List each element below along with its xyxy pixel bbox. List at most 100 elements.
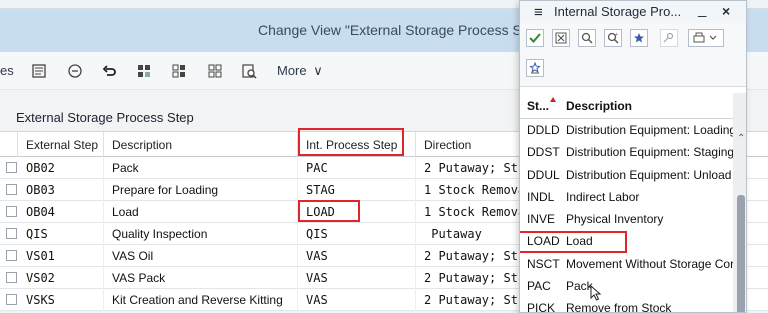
popup-item-description: Distribution Equipment: Staging — [566, 145, 735, 160]
cell-description[interactable]: Prepare for Loading — [104, 179, 298, 201]
row-select-checkbox[interactable] — [6, 206, 17, 217]
row-select-checkbox[interactable] — [6, 250, 17, 261]
select-all-icon[interactable] — [135, 62, 153, 80]
popup-item-code: DDST — [527, 145, 560, 160]
menu-icon[interactable]: ≡ — [534, 4, 543, 21]
cell-direction[interactable]: Putaway — [416, 223, 526, 245]
cell-int-process-step[interactable]: STAG — [298, 179, 416, 201]
cell-direction[interactable]: 2 Putaway; St — [416, 157, 526, 179]
cell-external-step[interactable]: OB03 — [18, 179, 104, 201]
cell-external-step[interactable]: OB02 — [18, 157, 104, 179]
popup-scrollbar[interactable]: ⌃ — [733, 93, 746, 312]
col-external-step[interactable]: External Step — [18, 132, 104, 158]
window-title: Change View "External Storage Process St… — [258, 22, 542, 38]
popup-item-description: Distribution Equipment: Loading — [566, 123, 737, 137]
cell-description[interactable]: VAS Pack — [104, 267, 298, 289]
popup-list-item[interactable]: DDUL Distribution Equipment: Unload — [520, 164, 733, 186]
personalize-icon[interactable] — [526, 59, 544, 77]
popup-list-item[interactable]: DDLD Distribution Equipment: Loading — [520, 119, 737, 141]
internal-storage-process-popup: ≡ Internal Storage Pro... _ × + St... De… — [519, 0, 747, 313]
popup-item-code: PICK — [527, 301, 556, 313]
more-label: More — [277, 63, 307, 78]
cell-external-step[interactable]: QIS — [18, 223, 104, 245]
highlight-int-process-step-header — [298, 128, 404, 156]
select-column-header[interactable] — [0, 132, 18, 158]
cell-description[interactable]: Load — [104, 201, 298, 223]
popup-list-header: St... Description — [520, 93, 733, 119]
cell-direction[interactable]: 2 Putaway; St — [416, 267, 526, 289]
row-select-checkbox[interactable] — [6, 162, 17, 173]
popup-item-code: DDUL — [527, 167, 560, 182]
highlight-popup-load — [520, 231, 627, 253]
cell-int-process-step[interactable]: PAC — [298, 157, 416, 179]
popup-list-item[interactable]: NSCT Movement Without Storage Cor — [520, 253, 735, 275]
cell-int-process-step[interactable]: QIS — [298, 223, 416, 245]
deselect-all-icon[interactable] — [206, 62, 224, 80]
popup-list-item[interactable]: DDST Distribution Equipment: Staging — [520, 141, 735, 163]
popup-list-item[interactable]: INDL Indirect Labor — [520, 186, 733, 208]
row-select-checkbox[interactable] — [6, 294, 17, 305]
popup-title-bar: ≡ Internal Storage Pro... _ × — [520, 1, 746, 23]
confirm-icon[interactable] — [526, 29, 544, 47]
row-select-checkbox[interactable] — [6, 272, 17, 283]
cell-description[interactable]: Kit Creation and Reverse Kitting — [104, 289, 298, 311]
popup-item-code: PAC — [527, 279, 551, 294]
cell-direction[interactable]: 2 Putaway; St — [416, 245, 526, 267]
cell-direction[interactable]: 1 Stock Remova — [416, 179, 526, 201]
cell-external-step[interactable]: OB04 — [18, 201, 104, 223]
sap-screen: Change View "External Storage Process St… — [0, 0, 768, 313]
cell-int-process-step[interactable]: VAS — [298, 267, 416, 289]
section-title: External Storage Process Step — [16, 110, 194, 125]
popup-col-code[interactable]: St... — [527, 93, 549, 119]
popup-item-code: DDLD — [527, 123, 560, 137]
svg-text:+: + — [615, 32, 618, 38]
search-next-icon[interactable]: + — [604, 29, 622, 47]
row-select-checkbox[interactable] — [6, 184, 17, 195]
search-icon[interactable] — [578, 29, 596, 47]
popup-list-item[interactable]: PICK Remove from Stock — [520, 297, 733, 313]
cell-direction[interactable]: 2 Putaway; St — [416, 289, 526, 311]
key-icon[interactable] — [660, 29, 678, 47]
scrollbar-thumb[interactable] — [737, 195, 745, 312]
cell-description[interactable]: Quality Inspection — [104, 223, 298, 245]
cell-external-step[interactable]: VS01 — [18, 245, 104, 267]
row-select-checkbox[interactable] — [6, 228, 17, 239]
popup-list-item[interactable]: PAC Pack — [520, 275, 733, 297]
cell-direction[interactable]: 1 Stock Remova — [416, 201, 526, 223]
sort-ascending-icon — [550, 97, 556, 102]
col-description[interactable]: Description — [104, 132, 298, 158]
popup-item-description: Physical Inventory — [566, 212, 664, 227]
cell-int-process-step[interactable]: VAS — [298, 245, 416, 267]
mouse-cursor-icon — [590, 285, 602, 301]
popup-item-code: INVE — [527, 212, 556, 227]
cell-external-step[interactable]: VS02 — [18, 267, 104, 289]
popup-item-description: Indirect Labor — [566, 189, 640, 204]
close-icon[interactable]: × — [722, 3, 730, 19]
select-block-icon[interactable] — [170, 62, 188, 80]
popup-item-description: Pack — [566, 279, 593, 294]
cell-int-process-step[interactable]: VAS — [298, 289, 416, 311]
cell-description[interactable]: VAS Oil — [104, 245, 298, 267]
chevron-down-icon: ∨ — [313, 63, 323, 78]
remove-icon[interactable] — [66, 62, 84, 80]
minimize-icon[interactable]: _ — [698, 1, 706, 18]
col-direction[interactable]: Direction — [416, 132, 526, 158]
popup-item-description: Distribution Equipment: Unload — [566, 167, 732, 182]
popup-col-description[interactable]: Description — [566, 93, 632, 119]
undo-icon[interactable] — [101, 62, 119, 80]
details-icon[interactable] — [30, 62, 48, 80]
popup-item-description: Movement Without Storage Cor — [566, 256, 735, 271]
highlight-load-cell — [298, 200, 360, 222]
popup-list: DDLD Distribution Equipment: Loading DDST D… — [520, 119, 737, 313]
favorites-icon[interactable] — [630, 29, 648, 47]
cell-external-step[interactable]: VSKS — [18, 289, 104, 311]
popup-toolbar: + — [520, 23, 746, 87]
find-icon[interactable] — [240, 62, 258, 80]
more-menu-button[interactable]: More ∨ — [277, 63, 323, 79]
cell-description[interactable]: Pack — [104, 157, 298, 179]
popup-list-item[interactable]: INVE Physical Inventory — [520, 208, 733, 230]
toolbar-left-label[interactable]: es — [0, 63, 14, 78]
popup-item-description: Remove from Stock — [566, 301, 672, 313]
cancel-icon[interactable] — [552, 29, 570, 47]
print-menu-button[interactable] — [688, 29, 724, 47]
